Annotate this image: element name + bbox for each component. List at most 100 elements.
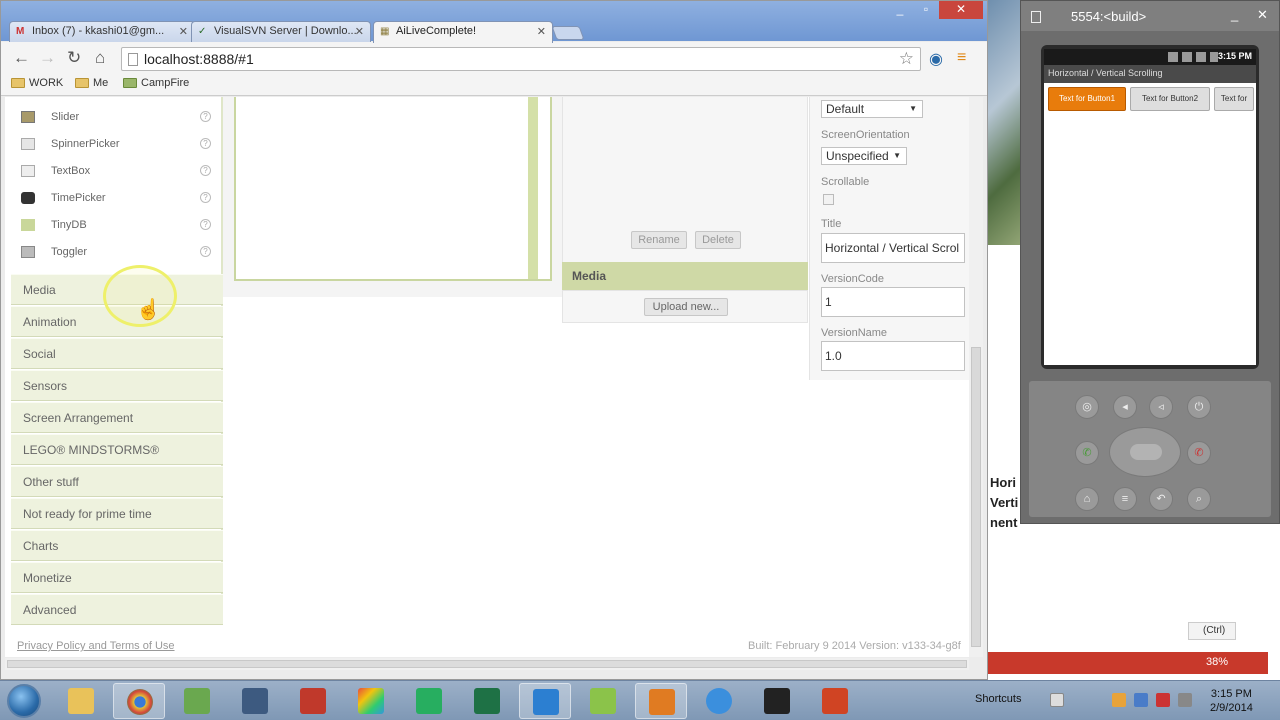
taskbar-app-sync[interactable]: [403, 683, 455, 719]
dpad-center[interactable]: [1130, 444, 1162, 460]
forward-icon[interactable]: →: [39, 49, 56, 66]
palette-item-timepicker[interactable]: TimePicker ?: [11, 189, 211, 209]
scrollbar-thumb[interactable]: [971, 347, 981, 647]
bookmark-star-icon[interactable]: ☆: [899, 49, 914, 69]
minimize-icon[interactable]: _: [887, 1, 913, 19]
tray-app-icon[interactable]: [1112, 693, 1126, 707]
address-bar[interactable]: ☆: [121, 47, 921, 71]
version-name-input[interactable]: [821, 341, 965, 371]
palette-item-toggler[interactable]: Toggler ?: [11, 243, 211, 263]
taskbar-app-paint[interactable]: [345, 683, 397, 719]
volume-down-icon[interactable]: ◂: [1113, 395, 1137, 419]
minimize-icon[interactable]: _: [1231, 7, 1238, 22]
camera-icon[interactable]: ◎: [1075, 395, 1099, 419]
keyboard-icon[interactable]: [1050, 693, 1064, 707]
close-icon[interactable]: ✕: [179, 25, 188, 38]
rename-button[interactable]: Rename: [631, 231, 687, 249]
taskbar-excel[interactable]: [461, 683, 513, 719]
drawer-other-stuff[interactable]: Other stuff: [11, 466, 223, 497]
status-icons: [1168, 52, 1218, 62]
call-icon[interactable]: ✆: [1075, 441, 1099, 465]
shortcuts-label[interactable]: Shortcuts: [975, 693, 1021, 705]
drawer-advanced[interactable]: Advanced: [11, 594, 223, 625]
paste-options-button[interactable]: (Ctrl): [1188, 622, 1236, 640]
bookmark-campfire[interactable]: CampFire: [123, 77, 189, 89]
drawer-social[interactable]: Social: [11, 338, 223, 369]
taskbar-app-grid[interactable]: [229, 683, 281, 719]
upload-new-button[interactable]: Upload new...: [644, 298, 728, 316]
taskbar-explorer[interactable]: [55, 683, 107, 719]
menu-icon[interactable]: ≡: [957, 49, 966, 67]
home-icon[interactable]: ⌂: [95, 49, 105, 66]
close-icon[interactable]: ✕: [355, 25, 364, 38]
network-icon[interactable]: [1134, 693, 1148, 707]
help-icon[interactable]: ?: [200, 165, 211, 176]
tab-visualsvn[interactable]: ✓ VisualSVN Server | Downlo... ✕: [191, 21, 371, 43]
tab-gmail[interactable]: M Inbox (7) - kkashi01@gm... ✕: [9, 21, 195, 43]
privacy-link[interactable]: Privacy Policy and Terms of Use: [17, 640, 175, 652]
taskbar-app-blue[interactable]: [519, 683, 571, 719]
taskbar-app-dark[interactable]: [751, 683, 803, 719]
app-button-1[interactable]: Text for Button1: [1048, 87, 1126, 111]
scrollable-checkbox[interactable]: [823, 194, 834, 205]
palette-item-textbox[interactable]: TextBox ?: [11, 162, 211, 182]
security-icon[interactable]: [1156, 693, 1170, 707]
app-button-3[interactable]: Text for: [1214, 87, 1254, 111]
search-icon[interactable]: ⌕: [1187, 487, 1211, 511]
taskbar-powerpoint[interactable]: [809, 683, 861, 719]
taskbar-java[interactable]: [635, 683, 687, 719]
reload-icon[interactable]: ↻: [67, 49, 81, 66]
horizontal-scrollbar[interactable]: [5, 658, 969, 670]
close-icon[interactable]: ✕: [537, 25, 546, 38]
tab-ailivecomplete[interactable]: ▦ AiLiveComplete! ✕: [373, 21, 553, 43]
vertical-scrollbar[interactable]: [969, 97, 983, 657]
drawer-lego-mindstorms[interactable]: LEGO® MINDSTORMS®: [11, 434, 223, 465]
start-button[interactable]: [7, 684, 41, 718]
help-icon[interactable]: ?: [200, 138, 211, 149]
globe-icon[interactable]: ◉: [929, 49, 943, 69]
drawer-screen-arrangement[interactable]: Screen Arrangement: [11, 402, 223, 433]
version-code-input[interactable]: [821, 287, 965, 317]
taskbar-chrome[interactable]: [113, 683, 165, 719]
close-window-icon[interactable]: ✕: [939, 1, 983, 19]
help-icon[interactable]: ?: [200, 192, 211, 203]
theme-select[interactable]: Default ▼: [821, 100, 923, 118]
volume-icon[interactable]: [1178, 693, 1192, 707]
maximize-icon[interactable]: ▫: [913, 1, 939, 19]
end-call-icon[interactable]: ✆: [1187, 441, 1211, 465]
url-input[interactable]: [144, 50, 884, 68]
taskbar-android[interactable]: [577, 683, 629, 719]
title-input[interactable]: [821, 233, 965, 263]
home-icon[interactable]: ⌂: [1075, 487, 1099, 511]
menu-icon[interactable]: ≡: [1113, 487, 1137, 511]
emulator-screen[interactable]: 3:15 PM Horizontal / Vertical Scrolling …: [1044, 49, 1256, 365]
taskbar-app-notes[interactable]: [171, 683, 223, 719]
dpad-control[interactable]: [1109, 427, 1181, 477]
drawer-charts[interactable]: Charts: [11, 530, 223, 561]
drawer-sensors[interactable]: Sensors: [11, 370, 223, 401]
system-clock[interactable]: 3:15 PM 2/9/2014: [1210, 687, 1253, 715]
bookmark-work[interactable]: WORK: [11, 77, 63, 89]
taskbar-app-red[interactable]: [287, 683, 339, 719]
palette-item-tinydb[interactable]: TinyDB ?: [11, 216, 211, 236]
delete-button[interactable]: Delete: [695, 231, 741, 249]
drawer-not-ready[interactable]: Not ready for prime time: [11, 498, 223, 529]
palette-item-spinnerpicker[interactable]: SpinnerPicker ?: [11, 135, 211, 155]
volume-up-icon[interactable]: ◃: [1149, 395, 1173, 419]
drawer-monetize[interactable]: Monetize: [11, 562, 223, 593]
viewer-phone-preview[interactable]: [234, 97, 552, 281]
close-icon[interactable]: ✕: [1257, 7, 1268, 23]
back-icon[interactable]: ←: [13, 49, 30, 66]
back-icon[interactable]: ↶: [1149, 487, 1173, 511]
app-button-2[interactable]: Text for Button2: [1130, 87, 1210, 111]
bookmark-me[interactable]: Me: [75, 77, 108, 89]
taskbar-ie[interactable]: [693, 683, 745, 719]
help-icon[interactable]: ?: [200, 246, 211, 257]
help-icon[interactable]: ?: [200, 219, 211, 230]
palette-item-slider[interactable]: Slider ?: [11, 108, 211, 128]
orientation-select[interactable]: Unspecified ▼: [821, 147, 907, 165]
new-tab-button[interactable]: [551, 26, 585, 40]
power-icon[interactable]: ⏻: [1187, 395, 1211, 419]
help-icon[interactable]: ?: [200, 111, 211, 122]
scrollbar-thumb[interactable]: [7, 660, 967, 668]
